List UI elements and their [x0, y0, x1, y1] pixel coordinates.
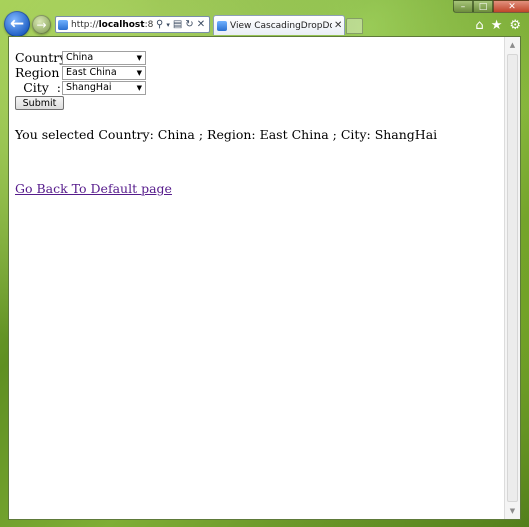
country-select[interactable]: China ▼ — [62, 50, 146, 65]
refresh-icon[interactable]: ↻ — [185, 19, 193, 30]
browser-tools: ⌂ ★ ⚙ — [475, 18, 521, 33]
browser-window: – □ ✕ ← → http://localhost:8295/C ⚲ ▾ ▤ … — [0, 0, 529, 527]
back-arrow-icon: ← — [9, 13, 25, 34]
dropdown-icon[interactable]: ▾ — [166, 21, 170, 29]
region-select[interactable]: East China ▼ — [62, 65, 146, 80]
forward-arrow-icon: → — [36, 17, 47, 32]
region-row: Region : East China ▼ — [15, 65, 146, 80]
compatibility-view-icon[interactable]: ▤ — [173, 19, 182, 30]
city-select[interactable]: ShangHai ▼ — [62, 80, 146, 95]
city-select-value: ShangHai — [66, 82, 112, 93]
scroll-down-icon[interactable]: ▼ — [505, 503, 520, 519]
stop-icon[interactable]: ✕ — [197, 19, 205, 30]
browser-toolbar: ← → http://localhost:8295/C ⚲ ▾ ▤ ↻ ✕ Vi… — [0, 0, 529, 37]
scrollbar-thumb[interactable] — [507, 54, 518, 502]
vertical-scrollbar[interactable]: ▲ ▼ — [504, 37, 520, 519]
chevron-down-icon: ▼ — [136, 83, 142, 92]
settings-gear-icon[interactable]: ⚙ — [509, 18, 521, 33]
home-icon[interactable]: ⌂ — [475, 18, 483, 33]
forward-button[interactable]: → — [32, 15, 51, 34]
address-bar[interactable]: http://localhost:8295/C ⚲ ▾ ▤ ↻ ✕ — [55, 16, 210, 33]
selection-result-text: You selected Country: China ; Region: Ea… — [15, 127, 438, 142]
region-select-value: East China — [66, 67, 117, 78]
close-tab-icon[interactable]: ✕ — [334, 20, 342, 31]
ie-page-icon — [217, 20, 227, 31]
scroll-up-icon[interactable]: ▲ — [505, 37, 520, 53]
tab-active[interactable]: View CascadingDropDownL... ✕ — [213, 15, 345, 35]
go-back-link[interactable]: Go Back To Default page — [15, 181, 172, 196]
search-icon[interactable]: ⚲ — [156, 19, 163, 30]
address-text: http://localhost:8295/C — [71, 19, 153, 30]
submit-button[interactable]: Submit — [15, 96, 64, 110]
country-row: Country: China ▼ — [15, 50, 146, 65]
chevron-down-icon: ▼ — [136, 68, 142, 77]
favorites-star-icon[interactable]: ★ — [491, 18, 503, 33]
city-row: City : ShangHai ▼ — [15, 80, 146, 95]
ie-page-icon — [58, 19, 68, 30]
chevron-down-icon: ▼ — [136, 53, 142, 62]
country-select-value: China — [66, 52, 94, 63]
tab-title: View CascadingDropDownL... — [230, 20, 332, 31]
country-label: Country: — [15, 50, 71, 65]
page-content: Country: China ▼ Region : East China ▼ C… — [8, 36, 521, 520]
new-tab-button[interactable] — [346, 18, 363, 34]
city-label: City : — [23, 80, 61, 95]
region-label: Region : — [15, 65, 68, 80]
back-button[interactable]: ← — [4, 11, 30, 37]
cascading-form: Country: China ▼ Region : East China ▼ C… — [15, 50, 146, 110]
